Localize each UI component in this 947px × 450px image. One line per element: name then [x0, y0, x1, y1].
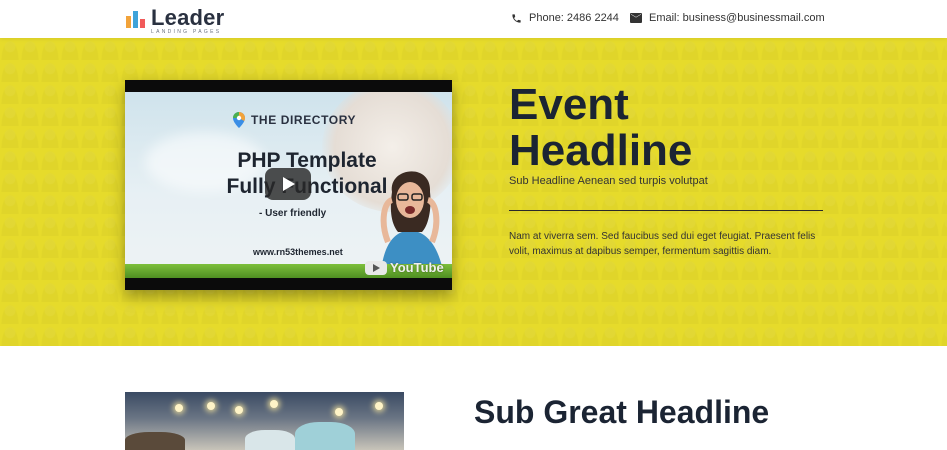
phone-contact[interactable]: Phone: 2486 2244: [511, 12, 619, 24]
map-pin-icon: [233, 112, 245, 128]
event-photo: [125, 392, 404, 450]
divider: [509, 210, 823, 211]
video-player[interactable]: THE DIRECTORY PHP Template Fully Functio…: [125, 80, 452, 290]
phone-text: Phone: 2486 2244: [529, 12, 619, 24]
video-url: www.rn53themes.net: [253, 247, 343, 257]
logo-tagline: LANDING PAGES: [151, 29, 222, 35]
video-thumbnail: THE DIRECTORY PHP Template Fully Functio…: [125, 92, 452, 278]
logo-bars-icon: [126, 11, 145, 28]
hero-section: THE DIRECTORY PHP Template Fully Functio…: [0, 38, 947, 346]
youtube-logo[interactable]: YouTube: [365, 260, 444, 275]
video-subtitle: - User friendly: [259, 208, 327, 219]
site-header: Leader LANDING PAGES Phone: 2486 2244 Em…: [0, 0, 947, 38]
hero-body-text: Nam at viverra sem. Sed faucibus sed dui…: [509, 231, 816, 257]
play-button[interactable]: [265, 168, 311, 200]
logo[interactable]: Leader LANDING PAGES: [126, 7, 224, 35]
phone-icon: [512, 13, 521, 23]
logo-name: Leader: [151, 5, 225, 30]
mail-icon: [630, 13, 642, 23]
section-headline: Sub Great Headline: [474, 394, 770, 430]
email-text: Email: business@businessmail.com: [649, 12, 825, 24]
hero-headline: Event Headline: [509, 80, 693, 175]
email-contact[interactable]: Email: business@businessmail.com: [630, 12, 825, 24]
directory-brand: THE DIRECTORY: [233, 112, 356, 128]
youtube-icon: [365, 260, 387, 275]
hero-subheadline: Sub Headline Aenean sed turpis volutpat: [509, 175, 708, 187]
